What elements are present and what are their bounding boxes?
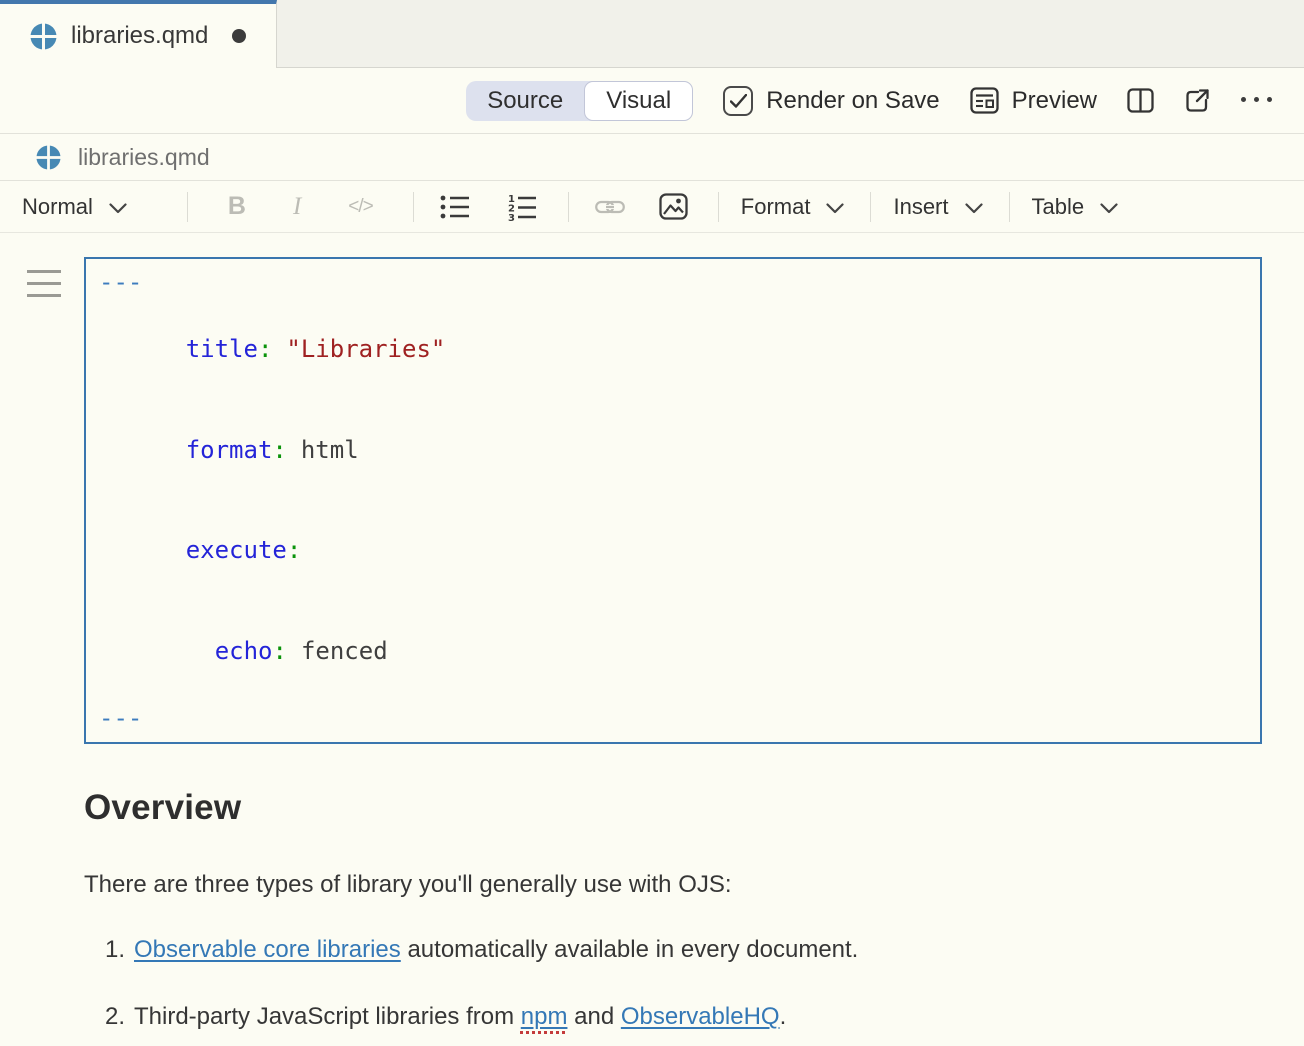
render-on-save-label: Render on Save [766,87,939,115]
tab-title: libraries.qmd [71,22,208,50]
table-menu[interactable]: Table [1032,194,1119,220]
numbered-list-button[interactable]: 1 2 3 [507,193,538,221]
list-number: 1. [105,935,134,965]
library-types-list: 1.Observable core libraries automaticall… [84,935,1262,1046]
table-menu-label: Table [1032,194,1085,220]
svg-text:3: 3 [508,213,515,221]
paragraph-style-label: Normal [22,194,93,220]
intro-paragraph: There are three types of library you'll … [84,870,1262,900]
yaml-key: title [186,335,258,363]
quarto-icon [30,23,57,50]
paragraph-style-dropdown[interactable]: Normal [22,194,127,220]
heading-overview: Overview [84,788,1262,827]
list-item-text: automatically available in every documen… [401,936,859,963]
yaml-key: execute [186,536,287,564]
tab-strip-empty [277,0,1304,68]
file-path: libraries.qmd [78,144,210,171]
tab-libraries-qmd[interactable]: libraries.qmd [0,0,277,68]
file-path-bar: libraries.qmd [0,134,1304,181]
yaml-delimiter: --- [99,268,142,296]
render-on-save-group: Render on Save [723,86,939,116]
bullet-list-button[interactable] [440,194,471,220]
source-mode-button[interactable]: Source [466,81,584,121]
source-visual-toggle: Source Visual [466,81,693,121]
format-toolbar: Normal B I </> 1 2 3 [0,181,1304,233]
toolbar-separator [568,192,569,222]
yaml-delimiter: --- [99,704,142,732]
yaml-colon: : [273,637,287,665]
more-options-button[interactable] [1241,97,1272,104]
yaml-colon: : [272,436,286,464]
yaml-colon: : [258,335,272,363]
format-menu-label: Format [741,194,811,220]
preview-button[interactable]: Preview [970,87,1097,115]
list-item-text: and [567,1003,620,1030]
list-item: 2.Third-party JavaScript libraries from … [84,1002,1262,1032]
format-menu[interactable]: Format [741,194,845,220]
yaml-key: echo [215,637,273,665]
quarto-icon [36,145,61,170]
italic-button[interactable]: I [293,193,301,221]
chevron-down-icon [1100,203,1118,214]
modified-indicator-icon [232,29,246,43]
npm-link[interactable]: npm [521,1003,568,1030]
visual-mode-button[interactable]: Visual [584,81,693,121]
yaml-value: fenced [301,637,388,665]
toolbar-separator [187,192,188,222]
bold-button[interactable]: B [228,192,246,221]
toolbar-separator [718,192,719,222]
insert-menu-label: Insert [893,194,948,220]
code-button[interactable]: </> [348,196,372,218]
chevron-down-icon [109,203,127,214]
preview-label: Preview [1012,87,1097,115]
toolbar-separator [870,192,871,222]
list-number: 2. [105,1002,134,1032]
tab-bar: libraries.qmd [0,0,1304,68]
render-on-save-checkbox[interactable] [723,86,753,116]
toolbar-separator [413,192,414,222]
list-item-text: . [780,1003,787,1030]
preview-icon [970,87,999,114]
yaml-value: html [301,436,359,464]
list-item: 1.Observable core libraries automaticall… [84,935,1262,965]
chevron-down-icon [965,203,983,214]
block-drag-handle-icon[interactable] [27,270,61,306]
open-in-new-window-button[interactable] [1184,87,1211,114]
yaml-string-value: "Libraries" [286,335,445,363]
visual-editor-canvas[interactable]: --- title: "Libraries" format: html execut… [0,233,1304,1046]
observable-core-libraries-link[interactable]: Observable core libraries [134,936,401,963]
editor-toolbar: Source Visual Render on Save Preview [0,68,1304,134]
yaml-front-matter-block[interactable]: --- title: "Libraries" format: html execut… [84,257,1262,744]
link-button[interactable] [595,198,625,216]
yaml-key: format [186,436,273,464]
list-item-text: Third-party JavaScript libraries from [134,1003,521,1030]
yaml-colon: : [287,536,301,564]
image-button[interactable] [659,193,688,220]
toolbar-separator [1009,192,1010,222]
chevron-down-icon [826,203,844,214]
split-panes-button[interactable] [1127,87,1154,114]
insert-menu[interactable]: Insert [893,194,982,220]
npm-link-text: npm [521,1003,568,1030]
observablehq-link[interactable]: ObservableHQ [621,1003,780,1030]
